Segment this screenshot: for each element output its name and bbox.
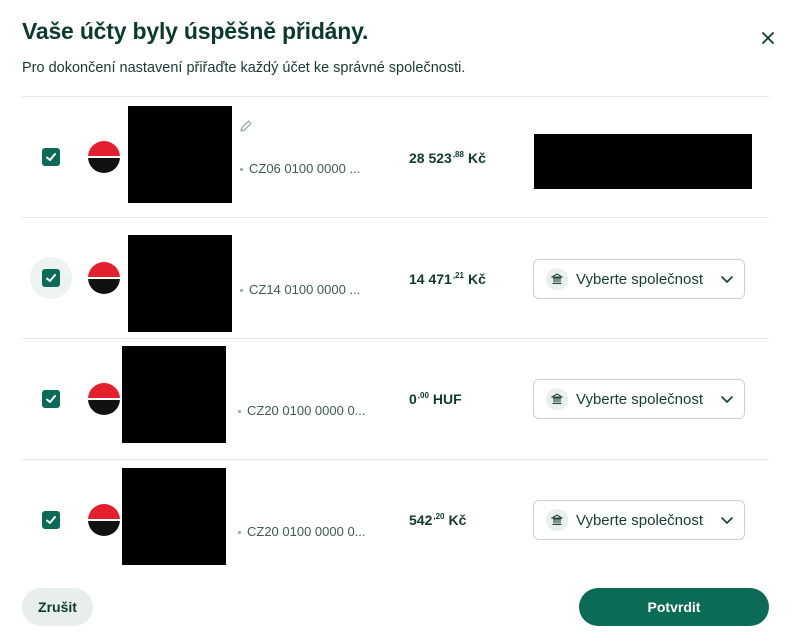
redacted-account-name bbox=[122, 468, 226, 565]
account-row: CZ14 0100 0000 ... 14 471,21 Kč Vyberte s… bbox=[22, 217, 769, 338]
account-row: CZ20 0100 0000 0... 542,20 Kč Vyberte spo… bbox=[22, 459, 769, 580]
account-iban: CZ14 0100 0000 ... bbox=[240, 282, 360, 297]
dialog-subtitle: Pro dokončení nastavení přiřaďte každý ú… bbox=[22, 60, 466, 76]
account-iban: CZ20 0100 0000 0... bbox=[238, 403, 366, 418]
account-iban: CZ06 0100 0000 ... bbox=[240, 161, 360, 176]
cancel-button[interactable]: Zrušit bbox=[22, 588, 93, 626]
checkbox-checked bbox=[42, 390, 60, 408]
check-icon bbox=[46, 153, 56, 161]
dialog-title: Vaše účty byly úspěšně přidány. bbox=[22, 18, 369, 44]
confirm-button[interactable]: Potvrdit bbox=[579, 588, 769, 626]
edit-pencil-icon[interactable] bbox=[239, 119, 253, 133]
account-checkbox[interactable] bbox=[30, 257, 72, 299]
building-icon bbox=[546, 388, 568, 410]
company-select-label: Vyberte společnost bbox=[576, 390, 704, 408]
account-balance: 28 523,88 Kč bbox=[409, 150, 486, 166]
redacted-account-name bbox=[128, 235, 232, 332]
account-iban: CZ20 0100 0000 0... bbox=[238, 524, 366, 539]
account-checkbox[interactable] bbox=[30, 499, 72, 541]
close-icon bbox=[762, 32, 774, 44]
check-icon bbox=[46, 274, 56, 282]
company-select[interactable]: Vyberte společnost bbox=[533, 500, 745, 540]
account-balance: 14 471,21 Kč bbox=[409, 271, 486, 287]
check-icon bbox=[46, 395, 56, 403]
checkbox-checked bbox=[42, 148, 60, 166]
company-select-label: Vyberte společnost bbox=[576, 511, 704, 529]
redacted-account-name bbox=[128, 106, 232, 203]
bank-logo-icon bbox=[88, 504, 120, 536]
checkbox-checked bbox=[42, 511, 60, 529]
assign-accounts-dialog: Vaše účty byly úspěšně přidány. Pro doko… bbox=[0, 0, 796, 643]
checkbox-checked bbox=[42, 269, 60, 287]
company-select[interactable]: Vyberte společnost bbox=[533, 379, 745, 419]
building-icon bbox=[546, 509, 568, 531]
redacted-account-name bbox=[122, 346, 226, 443]
chevron-down-icon bbox=[721, 517, 733, 524]
account-checkbox[interactable] bbox=[30, 136, 72, 178]
bank-logo-icon bbox=[88, 141, 120, 173]
chevron-down-icon bbox=[721, 276, 733, 283]
bank-logo-icon bbox=[88, 383, 120, 415]
account-balance: 0,00 HUF bbox=[409, 391, 462, 407]
close-button[interactable] bbox=[757, 27, 779, 49]
account-row: CZ06 0100 0000 ... 28 523,88 Kč bbox=[22, 96, 769, 217]
company-select-label: Vyberte společnost bbox=[576, 270, 704, 288]
company-select[interactable]: Vyberte společnost bbox=[533, 259, 745, 299]
chevron-down-icon bbox=[721, 396, 733, 403]
building-icon bbox=[546, 268, 568, 290]
account-list: CZ06 0100 0000 ... 28 523,88 Kč CZ14 0100… bbox=[22, 96, 769, 580]
account-balance: 542,20 Kč bbox=[409, 512, 467, 528]
account-checkbox[interactable] bbox=[30, 378, 72, 420]
bank-logo-icon bbox=[88, 262, 120, 294]
redacted-company-select[interactable] bbox=[534, 134, 752, 189]
account-row: CZ20 0100 0000 0... 0,00 HUF Vyberte spol… bbox=[22, 338, 769, 459]
check-icon bbox=[46, 516, 56, 524]
